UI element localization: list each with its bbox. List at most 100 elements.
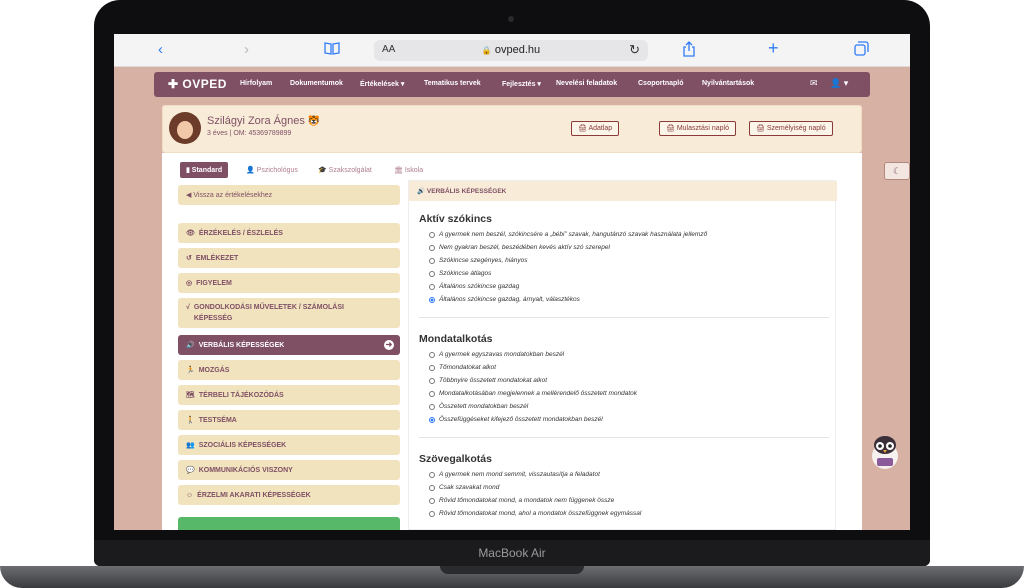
radio-option[interactable]: Rövid tőmondatokat mond, a mondatok nem … — [429, 497, 614, 504]
mail-icon[interactable]: ✉ — [810, 78, 818, 89]
radio-option[interactable]: Szókincse szegényes, hiányos — [429, 257, 528, 264]
sidebar-item-terbeli[interactable]: 🗺 TÉRBELI TÁJÉKOZÓDÁS — [178, 385, 400, 405]
tab-szakszolgalat[interactable]: 🎓 Szakszolgálat — [318, 166, 372, 174]
radio-option[interactable]: Összefüggéseket kifejező összetett monda… — [429, 416, 603, 423]
radio-button — [429, 497, 435, 504]
radio-option[interactable]: A gyermek nem beszél, szókincsére a „béb… — [429, 231, 707, 238]
divider — [419, 317, 829, 318]
sidebar-item-emlekezet[interactable]: ↺ EMLÉKEZET — [178, 248, 400, 268]
radio-option[interactable]: Tőmondatokat alkot — [429, 364, 496, 371]
nav-csoportnaplo[interactable]: Csoportnapló — [638, 80, 684, 87]
radio-button — [429, 364, 435, 371]
back-to-evaluations-button[interactable]: ◀ Vissza az értékelésekhez — [178, 185, 400, 205]
section-title-aktiv-szokincs: Aktív szókincs — [419, 213, 492, 225]
people-icon: 👥 — [186, 442, 195, 449]
adatlap-button[interactable]: 🖨 Adatlap — [571, 121, 620, 136]
forward-icon[interactable]: › — [244, 41, 249, 59]
sidebar-item-kommunikacios[interactable]: 💬 KOMMUNIKÁCIÓS VISZONY — [178, 460, 400, 480]
nav-nevelesi-feladatok[interactable]: Nevelési feladatok — [556, 80, 617, 87]
sidebar-item-mozgas[interactable]: 🏃 MOZGÁS — [178, 360, 400, 380]
nav-fejlesztes[interactable]: Fejlesztés ▾ — [502, 80, 541, 88]
radio-option[interactable]: Többnyire összetett mondatokat alkot — [429, 377, 547, 384]
szemelyiseg-naplo-button[interactable]: 🖨 Személyiség napló — [749, 121, 833, 136]
smile-icon: ☺ — [186, 491, 194, 499]
bookmarks-icon[interactable] — [324, 41, 340, 60]
radio-button — [429, 403, 435, 410]
child-name: Szilágyi Zora Ágnes 🐯 — [207, 115, 321, 127]
main-navbar: ✚ OVPED Hírfolyam Dokumentumok Értékelés… — [154, 72, 870, 97]
history-icon: ↺ — [186, 255, 192, 262]
tab-iskola[interactable]: 🏛 Iskola — [394, 166, 423, 174]
radio-option[interactable]: Összetett mondatokban beszél — [429, 403, 528, 410]
radio-button — [429, 390, 435, 397]
dark-mode-toggle[interactable]: ☾ — [884, 162, 910, 180]
radio-option[interactable]: Általános szókincse gazdag — [429, 283, 519, 290]
section-title-szovegalkotas: Szövegalkotás — [419, 453, 492, 465]
sidebar-item-figyelem[interactable]: ◎ FIGYELEM — [178, 273, 400, 293]
lock-icon: 🔒 — [481, 46, 492, 55]
radio-button — [429, 351, 435, 358]
back-icon[interactable]: ‹ — [158, 41, 163, 59]
sidebar-item-gondolkodasi[interactable]: √ GONDOLKODÁSI MŰVELETEK / SZÁMOLÁSI KÉPE… — [178, 298, 400, 328]
radio-button — [429, 283, 435, 290]
radio-option[interactable]: Rövid tőmondatokat mond, ahol a mondatok… — [429, 510, 641, 517]
radio-button — [429, 377, 435, 384]
url-text: 🔒 ovped.hu — [374, 44, 648, 56]
child-details: 3 éves | OM: 45369789899 — [207, 130, 292, 137]
reload-icon[interactable]: ↻ — [629, 42, 640, 58]
sidebar-item-erzekeles[interactable]: 👁 ÉRZÉKELÉS / ÉSZLELÉS — [178, 223, 400, 243]
user-menu-icon[interactable]: 👤 ▾ — [830, 78, 848, 89]
eye-icon: 👁 — [186, 230, 195, 237]
radio-button — [429, 484, 435, 491]
device-label: MacBook Air — [478, 546, 546, 560]
panel-header: 🔊 VERBÁLIS KÉPESSÉGEK — [409, 181, 837, 201]
target-icon: ◎ — [186, 280, 193, 287]
radio-button-selected — [429, 296, 435, 303]
radio-option[interactable]: Csak szavakat mond — [429, 484, 499, 491]
sidebar-item-testsema[interactable]: 🚶 TESTSÉMA — [178, 410, 400, 430]
radio-option[interactable]: Mondatalkotásában megjelennek a melléren… — [429, 390, 637, 397]
radio-option[interactable]: A gyermek nem mond semmit, visszautasítj… — [429, 471, 600, 478]
puzzle-icon: ✚ — [168, 77, 179, 91]
arrow-right-icon: ➜ — [384, 340, 394, 350]
app-logo[interactable]: ✚ OVPED — [168, 77, 227, 91]
map-icon: 🗺 — [186, 392, 195, 399]
owl-mascot-icon[interactable] — [868, 434, 902, 470]
radio-button — [429, 257, 435, 264]
nav-nyilvantartasok[interactable]: Nyilvántartások — [702, 80, 754, 87]
nav-hirfolyam[interactable]: Hírfolyam — [240, 80, 272, 87]
child-profile-header: Szilágyi Zora Ágnes 🐯 3 éves | OM: 45369… — [162, 105, 862, 153]
share-icon[interactable] — [682, 41, 696, 62]
sidebar-item-verbalis[interactable]: 🔊 VERBÁLIS KÉPESSÉGEK ➜ — [178, 335, 400, 355]
content-area: ▮ Standard 👤 Pszichológus 🎓 Szakszolgála… — [162, 153, 862, 530]
radio-option[interactable]: Szókincse átlagos — [429, 270, 491, 277]
person-icon: 🚶 — [186, 417, 195, 424]
speaker-icon: 🔊 — [186, 342, 195, 349]
radio-button — [429, 231, 435, 238]
radio-button-selected — [429, 416, 435, 423]
nav-tematikus-tervek[interactable]: Tematikus tervek — [424, 80, 481, 87]
divider — [419, 437, 829, 438]
radio-option[interactable]: Nem gyakran beszél, beszédében kevés akt… — [429, 244, 610, 251]
tabs-overview-icon[interactable] — [854, 41, 869, 61]
sidebar-item-erzelmi[interactable]: ☺ ÉRZELMI AKARATI KÉPESSÉGEK — [178, 485, 400, 505]
radio-button — [429, 471, 435, 478]
sidebar-item-szocialis[interactable]: 👥 SZOCIÁLIS KÉPESSÉGEK — [178, 435, 400, 455]
address-bar[interactable]: AA 🔒 ovped.hu ↻ — [374, 40, 648, 61]
radio-option[interactable]: Általános szókincse gazdag, árnyalt, vál… — [429, 296, 580, 303]
nav-dokumentumok[interactable]: Dokumentumok — [290, 80, 343, 87]
radio-button — [429, 244, 435, 251]
save-button[interactable] — [178, 517, 400, 530]
avatar — [169, 112, 201, 144]
radio-option[interactable]: A gyermek egyszavas mondatokban beszél — [429, 351, 564, 358]
browser-toolbar: ‹ › AA 🔒 ovped.hu ↻ + — [114, 34, 910, 67]
chat-icon: 💬 — [186, 467, 195, 474]
mulasztasi-naplo-button[interactable]: 🖨 Mulasztási napló — [659, 121, 736, 136]
tab-standard[interactable]: ▮ Standard — [180, 162, 229, 178]
nav-ertekelesek[interactable]: Értékelések ▾ — [360, 80, 404, 88]
url-value: ovped.hu — [494, 44, 541, 56]
laptop-notch — [440, 566, 584, 574]
tab-pszichologus[interactable]: 👤 Pszichológus — [246, 166, 298, 174]
sqrt-icon: √ — [186, 304, 190, 311]
new-tab-icon[interactable]: + — [768, 39, 779, 57]
